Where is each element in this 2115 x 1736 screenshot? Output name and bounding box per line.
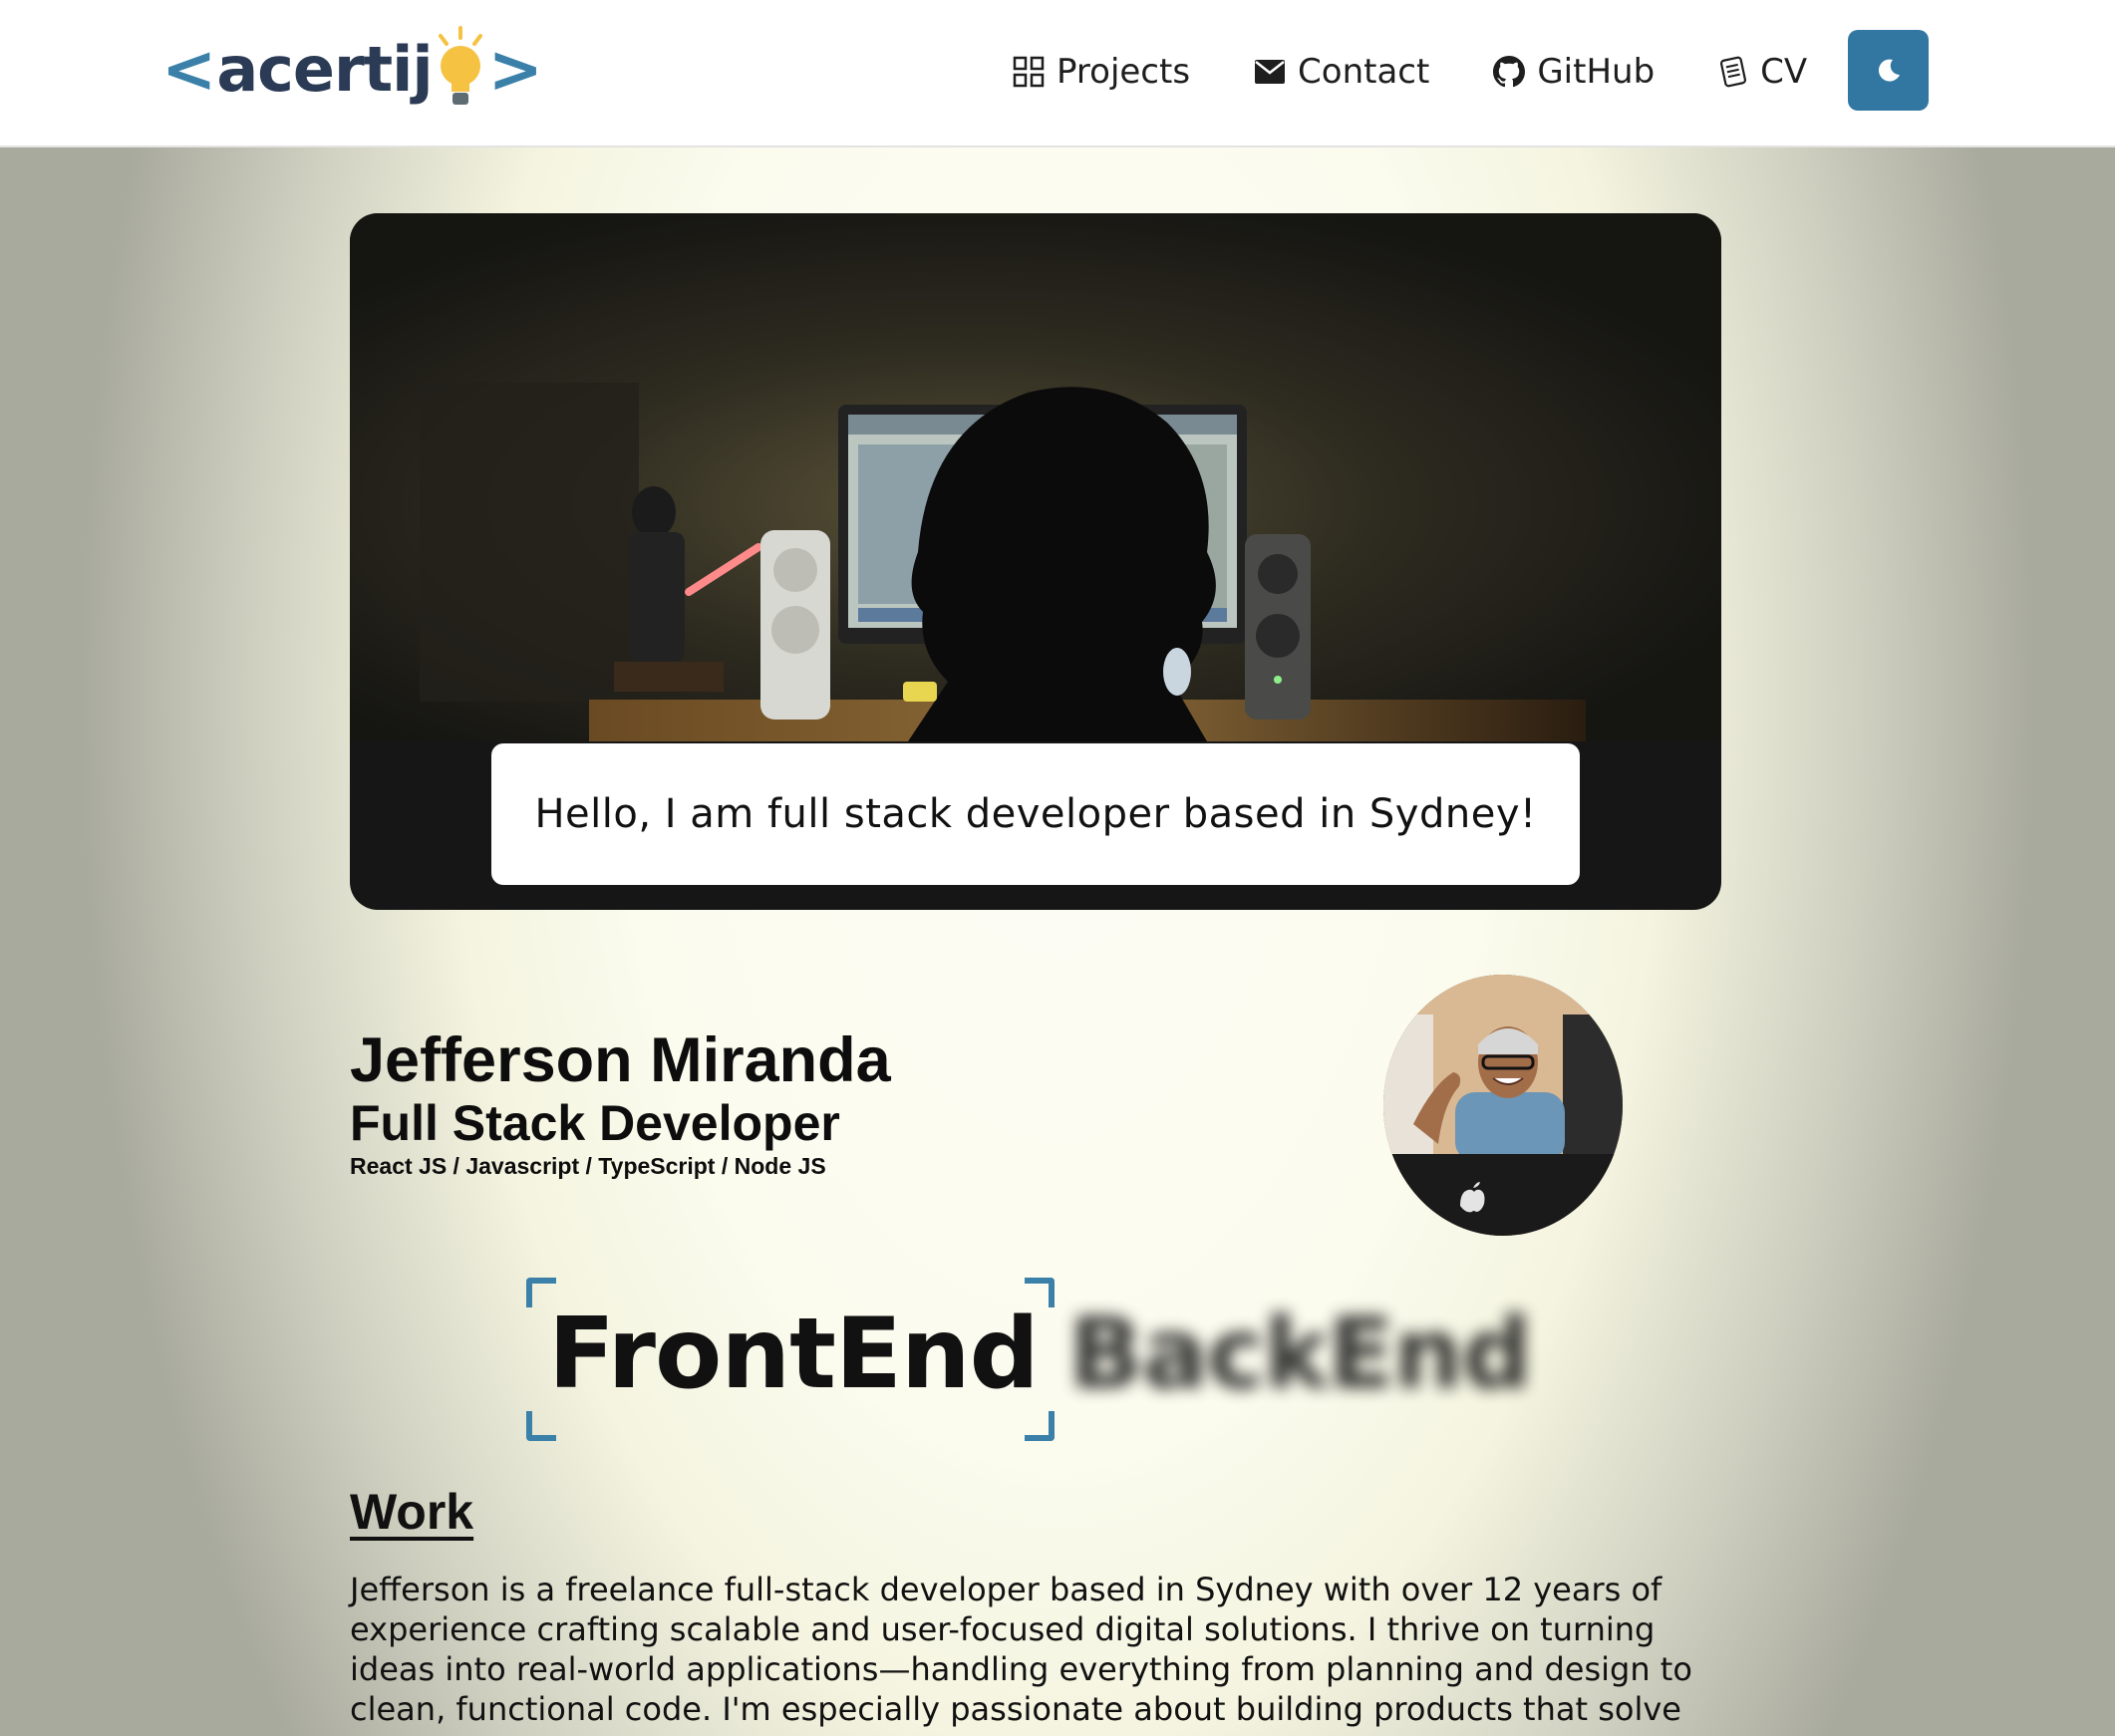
grid-icon: [1013, 56, 1045, 88]
nav-link-label: Projects: [1057, 52, 1191, 92]
nav-link-projects[interactable]: Projects: [1013, 52, 1190, 92]
logo-text: acertij: [216, 33, 433, 106]
logo-right-bracket: >: [487, 31, 543, 108]
nav-link-contact[interactable]: Contact: [1254, 52, 1429, 92]
nav-links: Projects Contact GitHub CV: [1013, 40, 1871, 104]
github-icon: [1493, 56, 1526, 88]
nav-link-label: GitHub: [1537, 52, 1656, 92]
site-logo[interactable]: < acertij >: [161, 20, 543, 120]
nav-link-cv[interactable]: CV: [1718, 52, 1807, 92]
avatar-photo: [1383, 975, 1623, 1236]
hero-photo: [350, 213, 1721, 741]
profile-role: Full Stack Developer: [350, 1095, 840, 1151]
hero-banner: Hello, I am full stack developer based i…: [350, 213, 1721, 910]
nav-link-label: Contact: [1298, 52, 1430, 92]
flip-words: FrontEnd BackEnd: [526, 1278, 1583, 1441]
document-icon: [1720, 56, 1747, 88]
work-heading: Work: [350, 1484, 474, 1540]
avatar: [1383, 975, 1623, 1236]
theme-toggle-button[interactable]: [1848, 30, 1929, 111]
work-description: Jefferson is a freelance full-stack deve…: [350, 1571, 1692, 1728]
profile-stack: React JS / Javascript / TypeScript / Nod…: [350, 1153, 826, 1179]
flip-word-next: BackEnd: [1068, 1298, 1532, 1411]
moon-icon: [1878, 59, 1900, 82]
nav-link-github[interactable]: GitHub: [1493, 52, 1655, 92]
focus-corner: [1025, 1411, 1055, 1441]
mail-icon: [1255, 60, 1286, 84]
profile-name: Jefferson Miranda: [350, 1025, 891, 1095]
logo-left-bracket: <: [161, 31, 217, 108]
nav-link-label: CV: [1760, 52, 1808, 92]
flip-word-active: FrontEnd: [548, 1298, 1040, 1411]
hero-greeting: Hello, I am full stack developer based i…: [491, 743, 1580, 885]
lightbulb-icon: [438, 26, 482, 105]
navbar: < acertij > Projects Contact GitHub CV: [0, 0, 2115, 147]
focus-corner: [526, 1411, 556, 1441]
